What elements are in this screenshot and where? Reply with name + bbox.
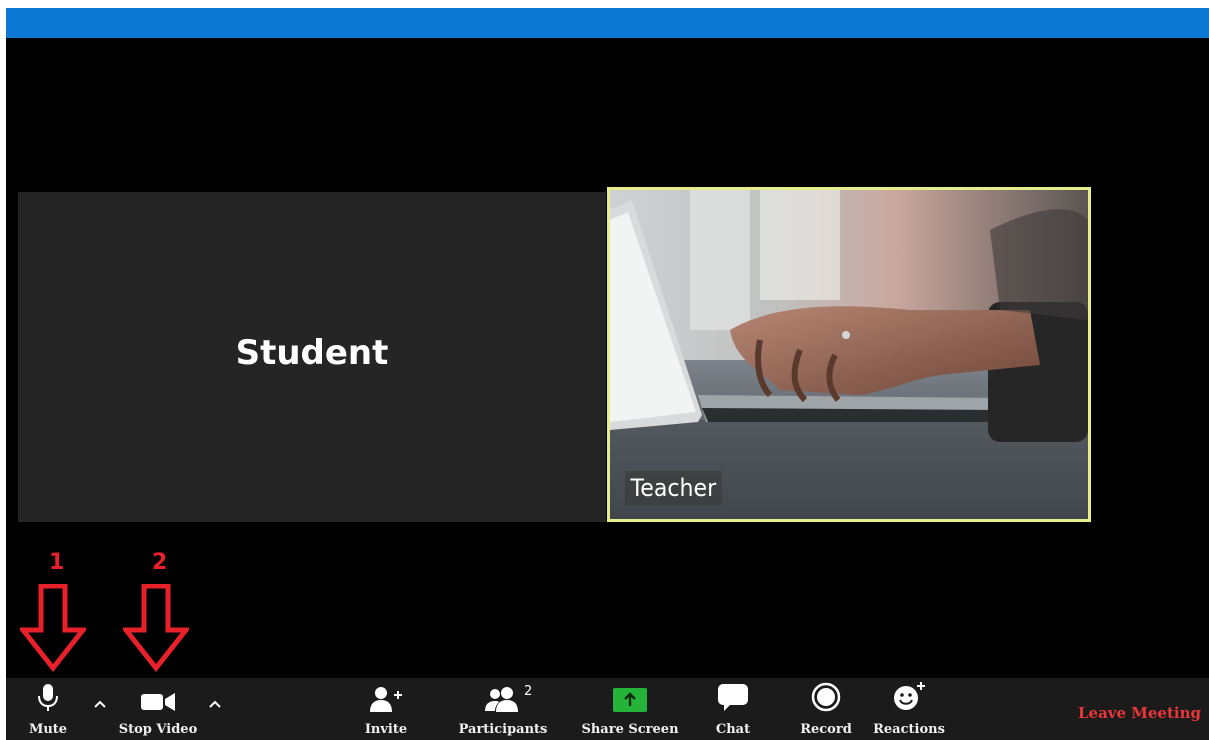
add-person-icon	[370, 687, 402, 712]
participants-label: Participants	[458, 722, 548, 737]
mute-button[interactable]: Mute	[22, 678, 74, 740]
video-camera-icon	[141, 693, 175, 711]
chat-bubble-icon	[718, 684, 748, 711]
record-label: Record	[800, 722, 852, 737]
microphone-icon	[38, 684, 58, 711]
share-screen-arrow-up-icon	[613, 688, 647, 712]
share-screen-label: Share Screen	[581, 722, 679, 737]
meeting-toolbar: Mute Stop Video Invite Participants 2 Sh…	[6, 678, 1209, 740]
chat-label: Chat	[715, 722, 751, 737]
participants-button[interactable]: Participants	[458, 678, 548, 740]
participants-icon	[485, 687, 518, 712]
share-screen-button[interactable]: Share Screen	[581, 678, 679, 740]
annotation-number-2: 2	[152, 550, 168, 575]
smiley-plus-icon	[894, 682, 925, 710]
participant-name-teacher: Teacher	[625, 471, 722, 505]
record-button[interactable]: Record	[794, 678, 858, 740]
title-bar	[6, 8, 1209, 38]
invite-label: Invite	[364, 722, 408, 737]
reactions-button[interactable]: Reactions	[870, 678, 948, 740]
stop-video-button[interactable]: Stop Video	[116, 678, 200, 740]
stop-video-label: Stop Video	[118, 722, 198, 737]
annotation-arrow-down-1	[20, 584, 86, 672]
video-options-chevron-up-icon[interactable]	[207, 696, 223, 712]
leave-meeting-button[interactable]: Leave Meeting	[1078, 704, 1201, 722]
video-tile-teacher[interactable]: Teacher	[607, 187, 1091, 522]
mute-label: Mute	[28, 722, 68, 737]
chat-button[interactable]: Chat	[708, 678, 758, 740]
record-icon	[811, 682, 841, 712]
teacher-video-feed	[610, 190, 1088, 519]
annotation-arrow-down-2	[123, 584, 189, 672]
annotation-number-1: 1	[49, 550, 65, 575]
audio-options-chevron-up-icon[interactable]	[92, 696, 108, 712]
participants-count-badge: 2	[524, 684, 533, 699]
video-tile-student[interactable]: Student	[18, 192, 606, 522]
invite-button[interactable]: Invite	[356, 678, 416, 740]
participant-name-student: Student	[235, 333, 389, 373]
meeting-window: Student Teacher 1 2 Mute Stop Video Invi…	[6, 8, 1209, 740]
reactions-label: Reactions	[873, 722, 945, 737]
